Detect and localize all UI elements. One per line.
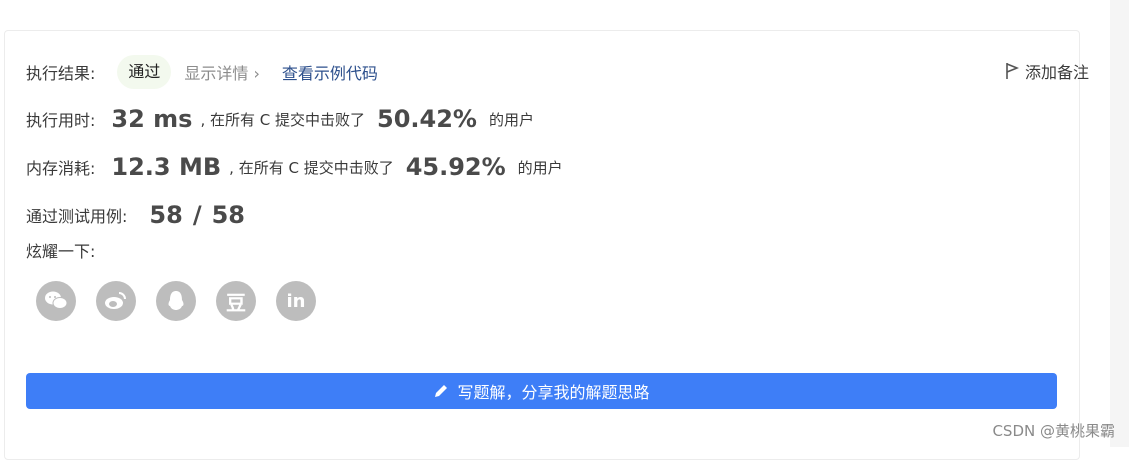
qq-icon[interactable] [156, 281, 196, 321]
runtime-suffix: 的用户 [489, 109, 534, 130]
runtime-compare-text: , 在所有 C 提交中击败了 [200, 109, 365, 130]
share-icons: 豆 in [36, 281, 336, 321]
memory-value: 12.3 MB [111, 153, 221, 181]
douban-icon[interactable]: 豆 [216, 281, 256, 321]
tests-separator: / [193, 201, 202, 229]
write-solution-button[interactable]: 写题解，分享我的解题思路 [26, 373, 1057, 409]
weibo-icon[interactable] [96, 281, 136, 321]
share-label-row: 炫耀一下: [26, 250, 95, 274]
douban-glyph: 豆 [226, 287, 246, 316]
runtime-label: 执行用时: [26, 107, 95, 131]
runtime-row: 执行用时: 32 ms , 在所有 C 提交中击败了 50.42% 的用户 [26, 105, 534, 133]
watermark: CSDN @黄桃果霸 [992, 420, 1115, 441]
memory-suffix: 的用户 [518, 157, 563, 178]
scrollbar[interactable] [1110, 0, 1129, 447]
tests-label: 通过测试用例: [26, 203, 127, 227]
status-badge: 通过 [117, 55, 171, 89]
share-label: 炫耀一下: [26, 238, 95, 262]
tests-row: 通过测试用例: 58 / 58 [26, 201, 245, 229]
memory-percent: 45.92% [406, 153, 506, 181]
linkedin-glyph: in [287, 291, 306, 312]
memory-compare-text: , 在所有 C 提交中击败了 [229, 157, 394, 178]
show-details-link[interactable]: 显示详情 › [184, 60, 260, 84]
runtime-value: 32 ms [111, 105, 192, 133]
memory-row: 内存消耗: 12.3 MB , 在所有 C 提交中击败了 45.92% 的用户 [26, 153, 563, 181]
view-example-code-link[interactable]: 查看示例代码 [282, 60, 378, 84]
linkedin-icon[interactable]: in [276, 281, 316, 321]
tests-total: 58 [212, 201, 245, 229]
flag-icon [1005, 62, 1019, 80]
pencil-icon [433, 383, 449, 399]
write-solution-label: 写题解，分享我的解题思路 [457, 379, 649, 403]
runtime-percent: 50.42% [377, 105, 477, 133]
add-note-button[interactable]: 添加备注 [1005, 59, 1089, 83]
tests-passed: 58 [149, 201, 182, 229]
result-label: 执行结果: [26, 60, 95, 84]
add-note-label: 添加备注 [1025, 59, 1089, 83]
memory-label: 内存消耗: [26, 155, 95, 179]
result-row: 执行结果: 通过 显示详情 › 查看示例代码 [26, 55, 378, 89]
wechat-icon[interactable] [36, 281, 76, 321]
